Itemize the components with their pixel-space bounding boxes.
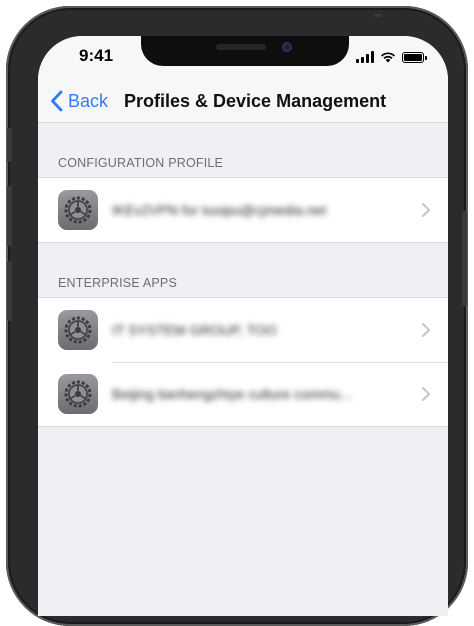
- back-button[interactable]: Back: [50, 88, 108, 114]
- enterprise-app-label: Beijing tianhengzhiye culture commu...: [112, 386, 352, 402]
- section-header-configuration: CONFIGURATION PROFILE: [58, 156, 224, 170]
- enterprise-apps-group: IT SYSTEM GROUP, TOO Beijing tianhengzhi…: [38, 297, 448, 427]
- list-item-enterprise-app[interactable]: IT SYSTEM GROUP, TOO: [38, 298, 448, 362]
- settings-gear-icon: [58, 310, 98, 350]
- status-icons: [356, 49, 427, 63]
- notch: [141, 36, 349, 66]
- cellular-signal-icon: [356, 51, 374, 63]
- page-title: Profiles & Device Management: [124, 91, 387, 111]
- configuration-profile-group: IKEv2VPN for tuoipu@cjmedia.net: [38, 177, 448, 243]
- mute-switch: [7, 128, 12, 162]
- enterprise-app-label: IT SYSTEM GROUP, TOO: [112, 322, 277, 338]
- chevron-right-icon: [422, 387, 430, 401]
- section-header-enterprise: ENTERPRISE APPS: [58, 276, 178, 290]
- battery-fill: [404, 54, 422, 61]
- front-camera: [282, 42, 292, 52]
- back-label: Back: [68, 90, 109, 111]
- navigation-bar: Back Profiles & Device Management: [38, 80, 448, 123]
- wifi-icon: [381, 52, 395, 63]
- phone-frame: 9:41 Back Profiles & Device Management C…: [6, 6, 468, 626]
- profile-label: IKEv2VPN for tuoipu@cjmedia.net: [112, 202, 327, 218]
- volume-up-button: [7, 186, 12, 246]
- volume-down-button: [7, 261, 12, 321]
- chevron-right-icon: [422, 323, 430, 337]
- list-item-enterprise-app[interactable]: Beijing tianhengzhiye culture commu...: [38, 362, 448, 426]
- settings-gear-icon: [58, 190, 98, 230]
- screen: 9:41 Back Profiles & Device Management C…: [38, 36, 448, 616]
- antenna-line: [374, 14, 382, 17]
- side-button: [462, 211, 467, 306]
- status-time: 9:41: [79, 46, 114, 65]
- chevron-right-icon: [422, 203, 430, 217]
- battery-icon: [402, 52, 427, 63]
- speaker-grille: [216, 44, 266, 50]
- settings-gear-icon: [58, 374, 98, 414]
- back-chevron-icon: [51, 90, 63, 112]
- list-item-profile[interactable]: IKEv2VPN for tuoipu@cjmedia.net: [38, 178, 448, 242]
